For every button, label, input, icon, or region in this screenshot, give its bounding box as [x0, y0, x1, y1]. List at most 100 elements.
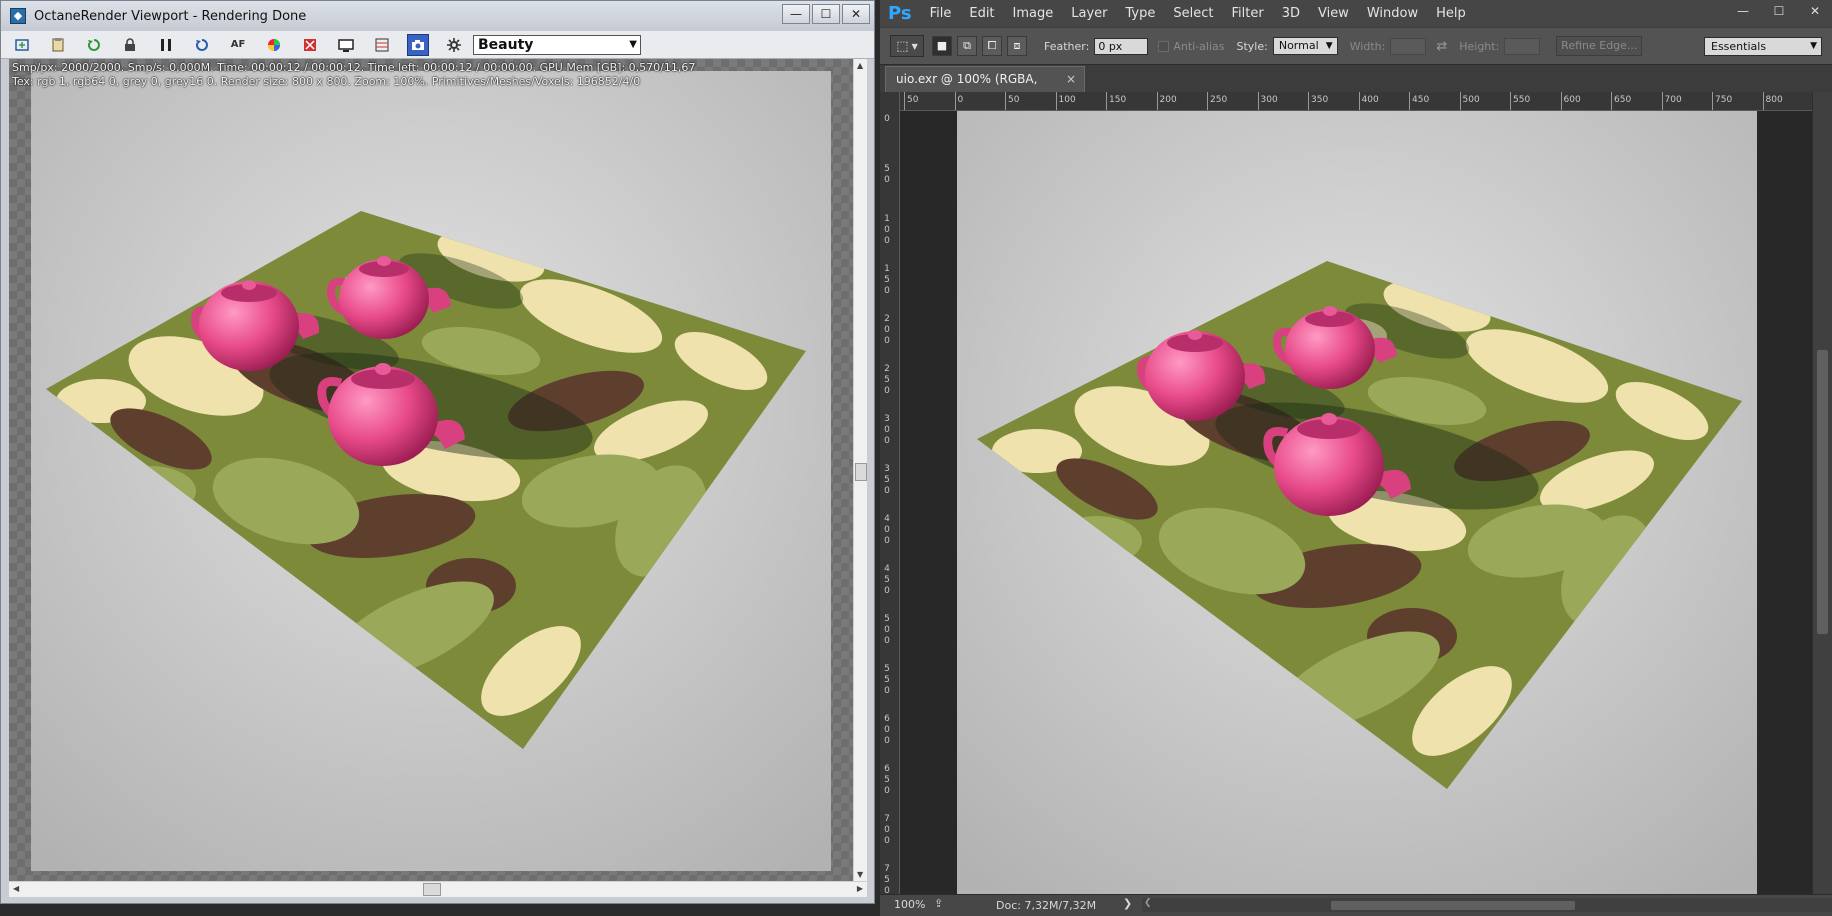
octane-horizontal-scrollbar[interactable]: ◀ ▶: [9, 881, 867, 897]
ruler-h-tick: [1156, 92, 1158, 110]
subtract-selection-button[interactable]: ⧠: [982, 36, 1002, 56]
feather-label: Feather:: [1044, 39, 1090, 53]
share-icon[interactable]: ⇪: [934, 897, 943, 910]
pause-icon[interactable]: [155, 34, 177, 56]
ps-vscroll-thumb[interactable]: [1817, 350, 1828, 634]
menu-window[interactable]: Window: [1367, 6, 1418, 21]
ruler-h-label: 350: [1311, 95, 1329, 105]
ruler-h-label: 500: [1462, 95, 1480, 105]
ruler-h-label: 600: [1563, 95, 1581, 105]
new-selection-button[interactable]: ■: [932, 36, 952, 56]
new-selection-icon: ■: [936, 39, 948, 52]
workspace-select[interactable]: Essentials ▼: [1704, 36, 1822, 56]
menu-help[interactable]: Help: [1436, 6, 1466, 21]
scroll-down-icon[interactable]: ▼: [857, 870, 863, 879]
refine-edge-button[interactable]: Refine Edge...: [1556, 36, 1643, 56]
ruler-h-label: 100: [1058, 95, 1076, 105]
ruler-v-label: 750: [884, 864, 890, 894]
ps-horizontal-scrollbar[interactable]: ❮: [1142, 898, 1832, 912]
restart-icon[interactable]: [191, 34, 213, 56]
add-selection-button[interactable]: ⧉: [957, 36, 977, 56]
marquee-tool-preset[interactable]: ⬚ ▼: [890, 35, 924, 57]
color-wheel-icon[interactable]: [263, 34, 285, 56]
region-render-icon[interactable]: [299, 34, 321, 56]
octane-app-icon: ◆: [10, 8, 26, 24]
ruler-v-label: 450: [884, 564, 890, 596]
octane-minimize-button[interactable]: —: [782, 4, 810, 24]
height-input[interactable]: [1504, 37, 1541, 55]
octane-viewport[interactable]: Smp/px: 2000/2000. Smp/s: 0,000M. Time: …: [9, 59, 867, 881]
swap-dimensions-icon[interactable]: ⇄: [1436, 39, 1447, 54]
ruler-v-label: 500: [884, 614, 890, 646]
clipboard-icon[interactable]: [47, 34, 69, 56]
octane-maximize-button[interactable]: ☐: [812, 4, 840, 24]
menu-view[interactable]: View: [1318, 6, 1349, 21]
intersect-selection-button[interactable]: ⧈: [1007, 36, 1027, 56]
scroll-up-icon[interactable]: ▲: [857, 61, 863, 70]
octane-hscroll-thumb[interactable]: [423, 883, 441, 896]
ruler-v-label: 100: [884, 214, 890, 246]
horizontal-ruler[interactable]: 50 0 50 100 150 200 250 300 350 400 450 500 550 600 65…: [900, 92, 1812, 111]
ruler-h-tick: [1661, 92, 1663, 110]
status-menu-arrow[interactable]: ❯: [1123, 897, 1132, 910]
feather-input[interactable]: 0 px: [1094, 37, 1149, 55]
subtract-selection-icon: ⧠: [987, 39, 997, 52]
scroll-left-icon[interactable]: ❮: [1144, 898, 1152, 908]
octane-close-button[interactable]: ✕: [842, 4, 870, 24]
menu-type[interactable]: Type: [1126, 6, 1156, 21]
ruler-h-label: 700: [1664, 95, 1682, 105]
octane-vertical-scrollbar[interactable]: ▲ ▼: [853, 59, 867, 881]
ruler-h-tick: [1257, 92, 1259, 110]
lock-icon[interactable]: [119, 34, 141, 56]
vertical-ruler[interactable]: 0 50 100 150 200 250 300 350 400 450 500 550 600 650 7…: [880, 92, 900, 894]
ps-close-button[interactable]: ✕: [1806, 2, 1824, 20]
ruler-h-label: 400: [1361, 95, 1379, 105]
ps-logo: Ps: [888, 3, 912, 24]
menu-3d[interactable]: 3D: [1282, 6, 1300, 21]
aperture-text-icon[interactable]: AF: [227, 34, 249, 56]
photoshop-window: Ps File Edit Image Layer Type Select Fil…: [880, 0, 1832, 916]
ps-minimize-button[interactable]: —: [1734, 2, 1752, 20]
chevron-down-icon: ▼: [911, 41, 918, 51]
ruler-v-label: 400: [884, 514, 890, 546]
film-strip-icon[interactable]: [371, 34, 393, 56]
camera-pick-icon[interactable]: [407, 33, 429, 56]
refresh-green-icon[interactable]: [83, 34, 105, 56]
scroll-right-icon[interactable]: ▶: [857, 884, 863, 893]
document-tab[interactable]: uio.exr @ 100% (RGBA, RGB/32*) ×: [885, 66, 1085, 110]
menu-select[interactable]: Select: [1173, 6, 1213, 21]
close-icon[interactable]: ×: [1066, 67, 1076, 91]
width-input[interactable]: [1390, 37, 1427, 55]
settings-icon[interactable]: [443, 34, 465, 56]
ruler-h-tick: [1207, 92, 1208, 110]
ruler-v-label: 150: [884, 264, 890, 296]
ps-hscroll-thumb[interactable]: [1331, 901, 1575, 910]
ps-maximize-button[interactable]: ☐: [1770, 2, 1788, 20]
scroll-left-icon[interactable]: ◀: [13, 884, 19, 893]
send-icon[interactable]: [11, 34, 33, 56]
style-select[interactable]: Normal ▼: [1272, 37, 1338, 55]
ruler-h-label: 650: [1614, 95, 1632, 105]
intersect-selection-icon: ⧈: [1013, 39, 1021, 52]
render-pass-select[interactable]: Beauty ▼: [473, 34, 641, 55]
ps-document-image: [957, 111, 1757, 894]
ruler-h-label: 200: [1159, 95, 1177, 105]
menu-filter[interactable]: Filter: [1231, 6, 1263, 21]
menu-image[interactable]: Image: [1013, 6, 1054, 21]
ruler-v-label: 250: [884, 364, 890, 396]
menu-file[interactable]: File: [930, 6, 952, 21]
ruler-v-label: 350: [884, 464, 890, 496]
octane-vscroll-thumb[interactable]: [855, 463, 867, 481]
ps-vertical-scrollbar[interactable]: [1812, 92, 1832, 894]
ruler-h-tick: [1762, 92, 1764, 110]
menu-edit[interactable]: Edit: [969, 6, 994, 21]
ps-canvas-area[interactable]: [900, 111, 1812, 894]
zoom-level[interactable]: 100%: [894, 898, 925, 911]
antialias-checkbox[interactable]: [1158, 40, 1170, 52]
monitor-icon[interactable]: [335, 34, 357, 56]
ruler-h-label: 0: [957, 95, 964, 105]
octane-title-bar[interactable]: ◆ OctaneRender Viewport - Rendering Done…: [1, 1, 874, 31]
ruler-v-label: 600: [884, 714, 890, 746]
menu-layer[interactable]: Layer: [1071, 6, 1107, 21]
octane-toolbar: AF Beauty ▼: [1, 31, 874, 59]
